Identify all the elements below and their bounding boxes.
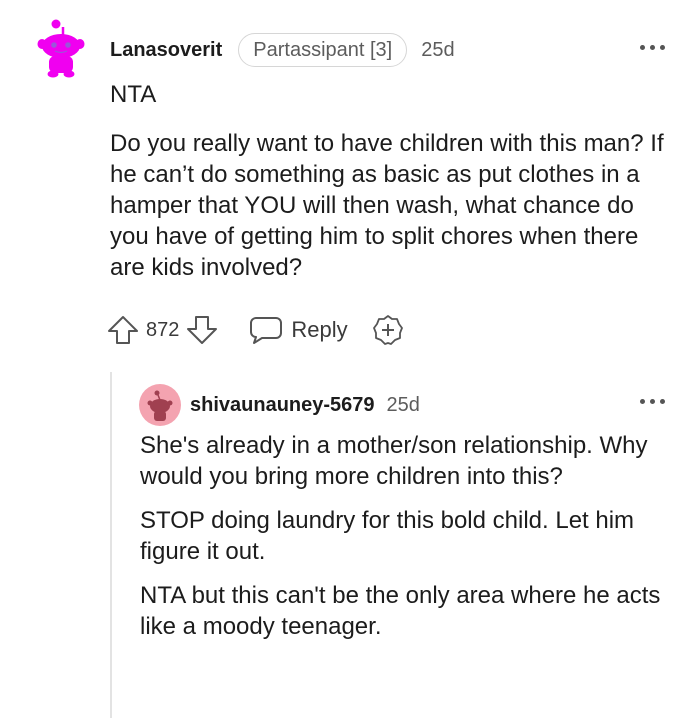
- reply-header: shivaunauney-5679 25d: [190, 390, 420, 420]
- reply-more-options-icon[interactable]: [640, 398, 668, 406]
- comment-body: NTA Do you really want to have children …: [110, 79, 670, 283]
- thread-line[interactable]: [110, 372, 112, 718]
- comment-header: Lanasoverit Partassipant [3] 25d: [110, 32, 455, 68]
- speech-bubble-icon: [250, 317, 283, 344]
- upvote-arrow-icon: [108, 316, 138, 344]
- downvote-arrow-icon: [187, 316, 218, 344]
- comment-paragraph: Do you really want to have children with…: [110, 130, 664, 281]
- reply-paragraph: She's already in a mother/son relationsh…: [140, 432, 648, 490]
- reply-paragraph: NTA but this can't be the only area wher…: [140, 582, 661, 640]
- award-plus-icon: [372, 315, 403, 345]
- snoo-avatar-icon: [37, 19, 85, 78]
- comment-timestamp[interactable]: 25d: [421, 39, 454, 62]
- more-options-icon[interactable]: [640, 44, 668, 52]
- reply-body: She's already in a mother/son relationsh…: [140, 430, 685, 642]
- reply-user-avatar[interactable]: [139, 384, 181, 426]
- reply-username[interactable]: shivaunauney-5679: [190, 394, 375, 417]
- default-avatar-icon: [139, 384, 181, 426]
- award-button[interactable]: [372, 314, 404, 346]
- reply-label: Reply: [291, 317, 348, 342]
- comment-username[interactable]: Lanasoverit: [110, 39, 222, 62]
- reply-timestamp[interactable]: 25d: [387, 394, 420, 417]
- comment-actions: 872 Reply: [106, 312, 404, 348]
- downvote-button[interactable]: [185, 314, 219, 346]
- user-flair: Partassipant [3]: [238, 33, 408, 67]
- comment-paragraph: NTA: [110, 81, 157, 108]
- vote-count: 872: [146, 318, 180, 341]
- upvote-button[interactable]: [106, 314, 140, 346]
- reply-paragraph: STOP doing laundry for this bold child. …: [140, 507, 635, 565]
- reply-button[interactable]: Reply: [249, 315, 348, 345]
- user-avatar[interactable]: [36, 16, 86, 80]
